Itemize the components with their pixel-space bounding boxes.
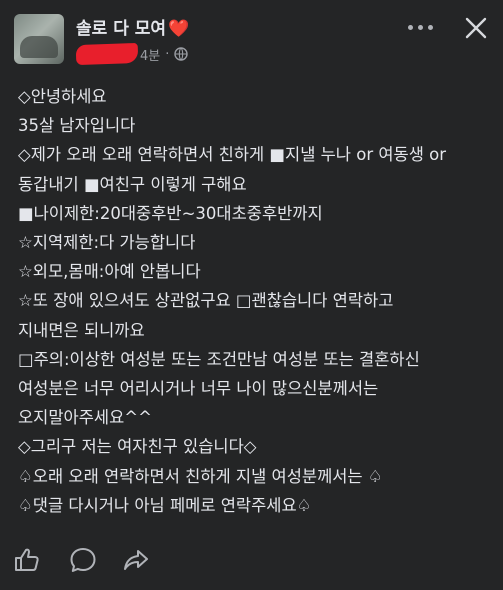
post-line: 동갑내기 ■여친구 이렇게 구해요 xyxy=(18,174,247,194)
post-card: 솔로 다 모여 ❤️ 4분 · ◇안녕하세요 35살 남자입니다 ◇제가 오래 오… xyxy=(0,0,503,590)
post-line: 35살 남자입니다 xyxy=(18,116,136,136)
close-icon[interactable] xyxy=(462,14,490,42)
post-line: ☆외모,몸매:아예 안봅니다 xyxy=(18,262,201,282)
redaction-mark xyxy=(75,42,139,66)
post-line: ◇안녕하세요 xyxy=(18,87,107,106)
avatar[interactable] xyxy=(14,14,64,64)
post-line: ◇그리구 저는 여자친구 있습니다◇ xyxy=(18,437,257,457)
action-bar xyxy=(0,545,503,581)
post-body: ◇안녕하세요 35살 남자입니다 ◇제가 오래 오래 연락하면서 친하게 ■지낼… xyxy=(18,82,498,520)
author-name[interactable]: 솔로 다 모여 ❤️ xyxy=(76,14,189,39)
more-icon[interactable] xyxy=(402,16,438,38)
post-meta: 4분 · xyxy=(75,42,189,66)
post-line: 여성분은 너무 어리시거나 너무 나이 많으신분께서는 xyxy=(18,379,379,399)
globe-icon xyxy=(174,47,189,61)
meta-separator: · xyxy=(165,46,170,62)
post-line: ♤오래 오래 연락하면서 친하게 지낼 여성분께서는 ♤ xyxy=(18,466,383,486)
post-line: ◇제가 오래 오래 연락하면서 친하게 ■지낼 누나 or 여동생 or xyxy=(18,145,447,165)
comment-icon[interactable] xyxy=(68,545,98,575)
post-line: ☆또 장애 있으셔도 상관없구요 □괜찮습니다 연락하고 xyxy=(18,291,394,311)
post-time[interactable]: 4분 xyxy=(140,45,160,64)
post-line: 지내면은 되니까요 xyxy=(18,320,145,340)
post-line: ■나이제한:20대중후반~30대초중후반까지 xyxy=(18,203,323,223)
share-icon[interactable] xyxy=(121,545,151,575)
heart-emoji: ❤️ xyxy=(168,19,190,39)
post-line: 오지말아주세요^^ xyxy=(18,408,152,428)
post-line: ♤댓글 다시거나 아님 페메로 연락주세요♤ xyxy=(18,495,312,515)
post-line: ☆지역제한:다 가능합니다 xyxy=(18,233,196,253)
author-name-text[interactable]: 솔로 다 모여 xyxy=(76,19,166,39)
post-line: □주의:이상한 여성분 또는 조건만남 여성분 또는 결혼하신 xyxy=(18,349,420,369)
like-icon[interactable] xyxy=(12,545,42,575)
